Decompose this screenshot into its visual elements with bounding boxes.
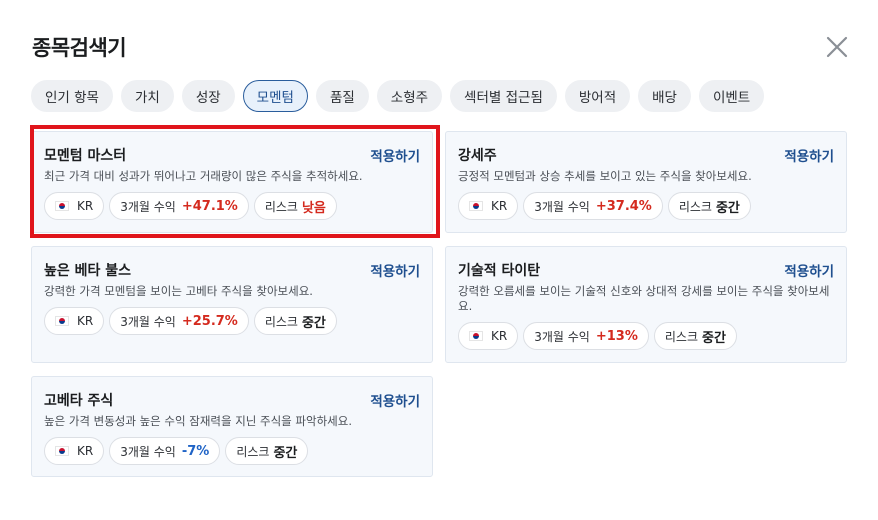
korea-flag-icon (469, 201, 483, 211)
apply-button[interactable]: 적용하기 (370, 390, 420, 410)
apply-button[interactable]: 적용하기 (370, 260, 420, 280)
card-title: 모멘텀 마스터 (44, 148, 127, 164)
card-description: 높은 가격 변동성과 높은 수익 잠재력을 지닌 주식을 파악하세요. (44, 414, 352, 428)
risk-value: 중간 (273, 445, 298, 461)
category-tabs: 인기 항목 가치 성장 모멘텀 품질 소형주 섹터별 접근됨 방어적 배당 이벤… (31, 80, 765, 112)
risk-chip: 리스크 중간 (253, 307, 337, 335)
return-value: +25.7% (181, 313, 238, 329)
screener-card-high-beta-bulls[interactable]: 높은 베타 불스 적용하기 강력한 가격 모멘텀을 보이는 고베타 주식을 찾아… (31, 246, 433, 363)
card-title: 강세주 (458, 148, 497, 164)
korea-flag-icon (55, 316, 69, 326)
screener-card-strong-stocks[interactable]: 강세주 적용하기 긍정적 모멘텀과 상승 추세를 보이고 있는 주식을 찾아보세… (445, 131, 847, 233)
korea-flag-icon (469, 331, 483, 341)
korea-flag-icon (55, 446, 69, 456)
apply-button[interactable]: 적용하기 (370, 145, 420, 165)
return-label: 3개월 수익 (120, 444, 176, 459)
risk-label: 리스크 (264, 314, 298, 329)
tab-event[interactable]: 이벤트 (698, 80, 765, 112)
return-chip: 3개월 수익 +37.4% (523, 192, 663, 220)
card-description: 강력한 가격 모멘텀을 보이는 고베타 주식을 찾아보세요. (44, 284, 313, 298)
risk-value: 중간 (715, 200, 740, 216)
market-label: KR (491, 329, 508, 343)
market-label: KR (77, 314, 94, 328)
return-chip: 3개월 수익 +13% (523, 322, 649, 350)
return-chip: 3개월 수익 +47.1% (109, 192, 249, 220)
card-description: 강력한 오름세를 보이는 기술적 신호와 상대적 강세를 보이는 주식을 찾아보… (458, 284, 830, 313)
tab-quality[interactable]: 품질 (315, 80, 369, 112)
market-chip: KR (44, 192, 105, 220)
risk-value: 낮음 (301, 200, 326, 216)
risk-label: 리스크 (678, 199, 712, 214)
market-chip: KR (44, 437, 105, 465)
tab-momentum[interactable]: 모멘텀 (242, 80, 308, 112)
korea-flag-icon (55, 201, 69, 211)
card-title: 높은 베타 불스 (44, 263, 132, 279)
return-label: 3개월 수익 (534, 199, 590, 214)
tab-value[interactable]: 가치 (120, 80, 174, 112)
return-value: +47.1% (181, 198, 238, 214)
market-chip: KR (44, 307, 105, 335)
apply-button[interactable]: 적용하기 (784, 145, 834, 165)
tab-growth[interactable]: 성장 (181, 80, 235, 112)
return-value: +13% (595, 328, 638, 344)
return-chip: 3개월 수익 -7% (109, 437, 221, 465)
card-description: 최근 가격 대비 성과가 뛰어나고 거래량이 많은 주식을 추적하세요. (44, 169, 363, 183)
tab-defensive[interactable]: 방어적 (564, 80, 631, 112)
screener-card-momentum-master[interactable]: 모멘텀 마스터 적용하기 최근 가격 대비 성과가 뛰어나고 거래량이 많은 주… (31, 131, 433, 233)
risk-label: 리스크 (236, 444, 270, 459)
risk-label: 리스크 (664, 329, 698, 344)
market-chip: KR (458, 322, 519, 350)
close-button[interactable] (824, 34, 850, 60)
return-label: 3개월 수익 (120, 314, 176, 329)
market-chip: KR (458, 192, 519, 220)
risk-label: 리스크 (264, 199, 298, 214)
risk-chip: 리스크 낮음 (253, 192, 337, 220)
close-icon (826, 36, 848, 58)
risk-value: 중간 (301, 315, 326, 331)
market-label: KR (491, 199, 508, 213)
return-label: 3개월 수익 (534, 329, 590, 344)
apply-button[interactable]: 적용하기 (784, 260, 834, 280)
tab-dividend[interactable]: 배당 (638, 80, 691, 112)
return-value: +37.4% (595, 198, 652, 214)
risk-chip: 리스크 중간 (653, 322, 737, 350)
risk-chip: 리스크 중간 (667, 192, 751, 220)
card-description: 긍정적 모멘텀과 상승 추세를 보이고 있는 주식을 찾아보세요. (458, 169, 752, 183)
return-chip: 3개월 수익 +25.7% (109, 307, 249, 335)
tab-sector[interactable]: 섹터별 접근됨 (450, 80, 557, 112)
modal-title: 종목검색기 (32, 36, 127, 60)
risk-value: 중간 (701, 330, 726, 346)
tab-popular[interactable]: 인기 항목 (31, 80, 113, 112)
market-label: KR (77, 199, 94, 213)
tab-small-cap[interactable]: 소형주 (376, 80, 443, 112)
card-title: 기술적 타이탄 (458, 263, 541, 279)
return-value: -7% (181, 443, 210, 459)
return-label: 3개월 수익 (120, 199, 176, 214)
screener-card-technical-titans[interactable]: 기술적 타이탄 적용하기 강력한 오름세를 보이는 기술적 신호와 상대적 강세… (445, 246, 847, 363)
market-label: KR (77, 444, 94, 458)
screener-card-high-beta-stocks[interactable]: 고베타 주식 적용하기 높은 가격 변동성과 높은 수익 잠재력을 지닌 주식을… (31, 376, 433, 477)
risk-chip: 리스크 중간 (225, 437, 309, 465)
card-title: 고베타 주식 (44, 393, 114, 409)
